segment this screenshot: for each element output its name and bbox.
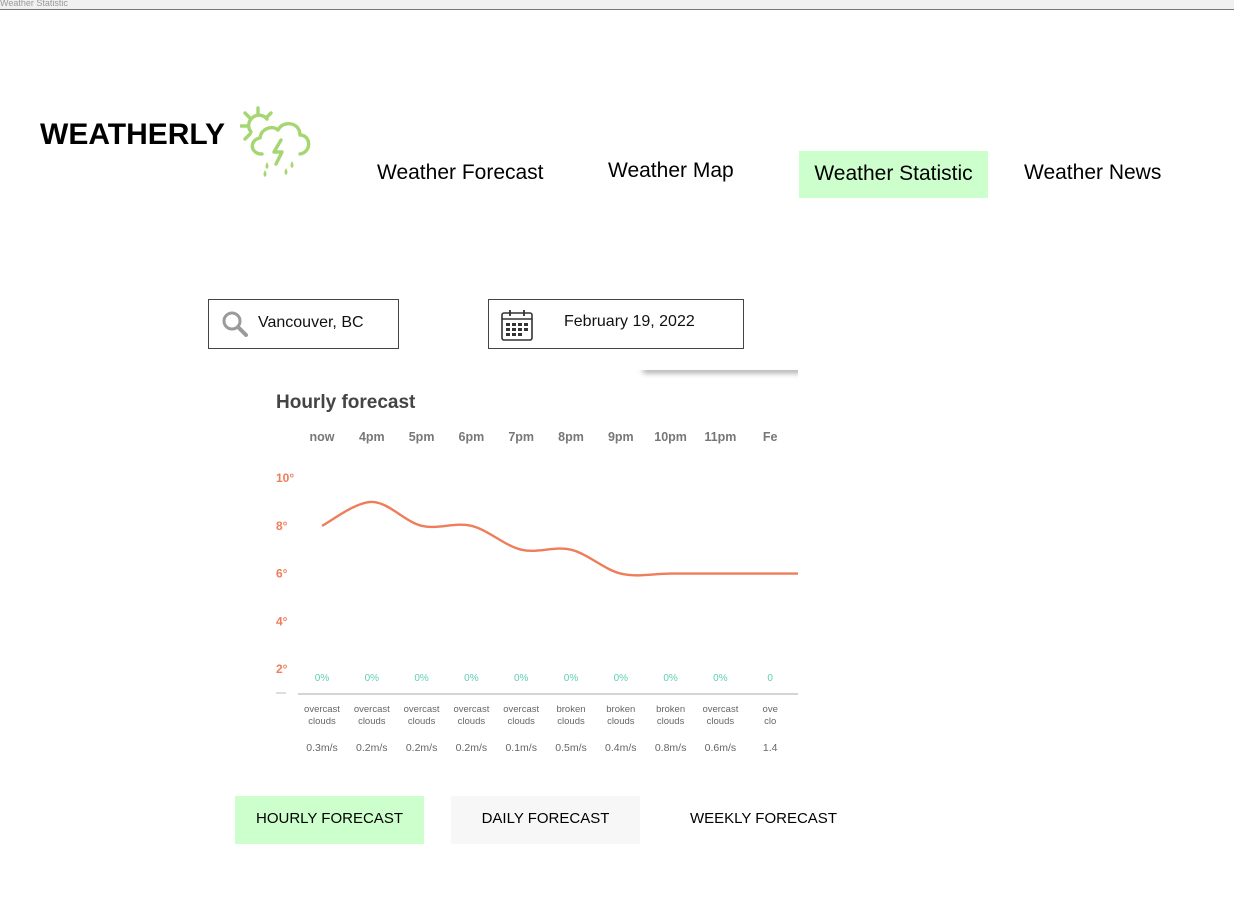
wind-label: 0.8m/s: [655, 742, 687, 754]
wind-label: 0.5m/s: [555, 742, 587, 754]
condition-label: clouds: [358, 716, 386, 727]
precipitation-label: 0%: [564, 673, 579, 684]
hourly-forecast-chart: now 4pm 5pm 6pm 7pm 8pm 9pm 10pm 11pm Fe 10° 8° 6° 4°…: [276, 430, 798, 754]
hour-label: 7pm: [508, 430, 534, 444]
hour-label: now: [310, 430, 335, 444]
condition-label: clouds: [308, 716, 336, 727]
date-picker[interactable]: February 19, 2022: [488, 299, 744, 349]
wind-label: 0.1m/s: [505, 742, 537, 754]
condition-label: clouds: [507, 716, 535, 727]
condition-label: clouds: [557, 716, 585, 727]
y-tick-label: 6°: [276, 567, 288, 581]
wind-label: 1.4: [763, 742, 778, 754]
nav-weather-statistic[interactable]: Weather Statistic: [799, 151, 988, 198]
window-title-bar: Weather Statistic: [0, 0, 1234, 10]
wind-label: 0.4m/s: [605, 742, 637, 754]
tab-hourly-forecast[interactable]: HOURLY FORECAST: [235, 796, 424, 844]
hour-label: 11pm: [704, 430, 736, 444]
calendar-icon[interactable]: [500, 308, 534, 342]
y-tick-label: 4°: [276, 614, 288, 628]
hour-label: 8pm: [558, 430, 584, 444]
precipitation-label: 0%: [713, 673, 728, 684]
y-tick-label: 2°: [276, 662, 288, 676]
nav-weather-news[interactable]: Weather News: [1024, 161, 1161, 185]
date-value[interactable]: February 19, 2022: [564, 313, 695, 331]
precipitation-label: 0%: [514, 673, 529, 684]
temperature-line: [321, 500, 798, 577]
tab-weekly-forecast[interactable]: WEEKLY FORECAST: [669, 796, 858, 844]
tab-daily-forecast[interactable]: DAILY FORECAST: [451, 796, 640, 844]
precipitation-label: 0%: [663, 673, 678, 684]
condition-label: broken: [656, 704, 685, 715]
hour-label: 5pm: [409, 430, 435, 444]
nav-weather-forecast[interactable]: Weather Forecast: [377, 161, 544, 185]
precipitation-label: 0%: [414, 673, 429, 684]
condition-label: overcast: [354, 704, 390, 715]
wind-label: 0.2m/s: [456, 742, 488, 754]
wind-label: 0.2m/s: [356, 742, 388, 754]
sun-cloud-storm-icon: [240, 106, 311, 177]
search-box[interactable]: [208, 299, 399, 349]
condition-label: clouds: [707, 716, 735, 727]
window-title: Weather Statistic: [0, 0, 68, 8]
condition-label: broken: [556, 704, 585, 715]
wind-label: 0.3m/s: [306, 742, 338, 754]
search-input[interactable]: [258, 313, 388, 333]
hour-label: 9pm: [608, 430, 634, 444]
condition-label: clo: [764, 716, 776, 727]
condition-label: overcast: [702, 704, 738, 715]
precipitation-label: 0%: [464, 673, 479, 684]
condition-label: ove: [763, 704, 778, 715]
nav-weather-map[interactable]: Weather Map: [608, 159, 734, 183]
y-tick-label: 8°: [276, 519, 288, 533]
hour-label: 4pm: [359, 430, 385, 444]
condition-label: clouds: [408, 716, 436, 727]
condition-label: overcast: [453, 704, 489, 715]
hour-label: 10pm: [654, 430, 687, 444]
search-icon[interactable]: [221, 310, 249, 338]
precipitation-label: 0%: [614, 673, 629, 684]
condition-label: overcast: [304, 704, 340, 715]
condition-label: overcast: [503, 704, 539, 715]
condition-label: clouds: [607, 716, 635, 727]
wind-label: 0.2m/s: [406, 742, 438, 754]
condition-label: clouds: [458, 716, 486, 727]
wind-label: 0.6m/s: [705, 742, 737, 754]
brand-name: WEATHERLY: [40, 118, 226, 151]
hourly-forecast-panel: Hourly forecast now 4pm 5pm 6pm 7pm 8pm 9pm 10p…: [268, 370, 798, 770]
precipitation-label: 0%: [315, 673, 330, 684]
condition-label: broken: [606, 704, 635, 715]
hour-label: Fe: [763, 430, 778, 444]
precipitation-label: 0%: [365, 673, 380, 684]
y-tick-label: 10°: [276, 471, 294, 485]
condition-label: overcast: [404, 704, 440, 715]
precipitation-label: 0: [767, 673, 773, 684]
hour-label: 6pm: [459, 430, 485, 444]
condition-label: clouds: [657, 716, 685, 727]
